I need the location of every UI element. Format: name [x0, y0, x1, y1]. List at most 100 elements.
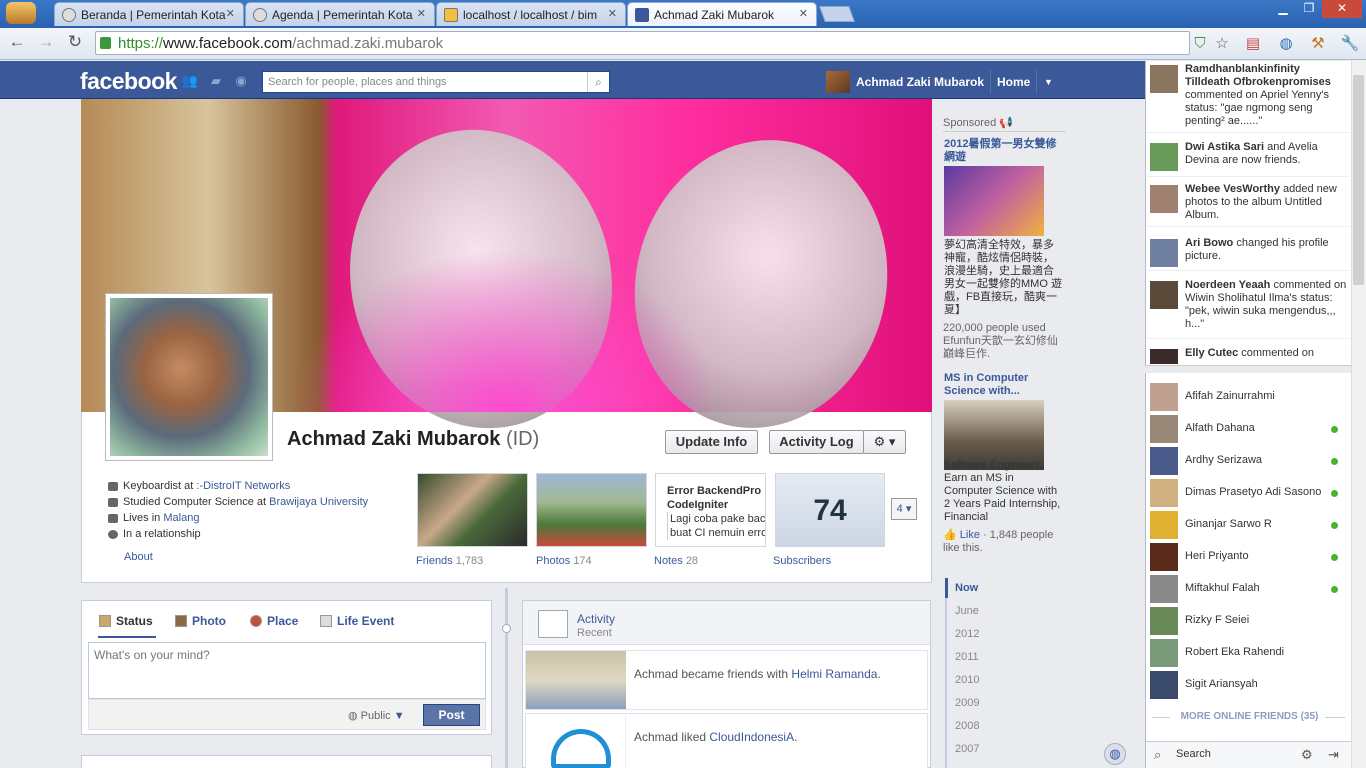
ticker-item[interactable]: Ramdhanblankinfinity Tilldeath Ofbrokenp…: [1147, 63, 1350, 133]
chat-friend[interactable]: Ginanjar Sarwo R: [1147, 509, 1350, 541]
ad-image[interactable]: [944, 166, 1044, 236]
reload-icon[interactable]: ↻: [64, 31, 86, 53]
notes-tile[interactable]: Error BackendPro CodeIgniter Lagi coba p…: [655, 473, 766, 547]
chat-friend[interactable]: Dimas Prasetyo Adi Sasono: [1147, 477, 1350, 509]
more-online-friends-link[interactable]: MORE ONLINE FRIENDS (35): [1152, 711, 1347, 722]
year-2008[interactable]: 2008: [955, 720, 979, 732]
activity-item[interactable]: Achmad liked CloudIndonesiA.: [525, 713, 928, 768]
close-icon[interactable]: ✕: [608, 7, 617, 20]
messages-icon[interactable]: ▰: [207, 73, 225, 89]
info-education: Studied Computer Science at Brawijaya Un…: [108, 496, 368, 508]
tab-facebook[interactable]: Achmad Zaki Mubarok ✕: [627, 2, 817, 26]
post-button[interactable]: Post: [423, 704, 480, 726]
city-link[interactable]: Malang: [163, 512, 199, 524]
ticker-item[interactable]: Ari Bowo changed his profile picture.: [1147, 237, 1350, 271]
year-2010[interactable]: 2010: [955, 674, 979, 686]
year-2012[interactable]: 2012: [955, 628, 979, 640]
year-now[interactable]: Now: [955, 582, 978, 594]
globe-icon[interactable]: ◍: [1104, 743, 1126, 765]
more-tiles-button[interactable]: 4 ▾: [891, 498, 917, 520]
chat-friend[interactable]: Alfath Dahana: [1147, 413, 1350, 445]
settings-gear-icon[interactable]: ⚙ ▾: [863, 430, 906, 454]
pop-out-icon[interactable]: ⇥: [1328, 747, 1339, 763]
online-indicator: [1331, 490, 1338, 497]
activity-title[interactable]: Activity: [577, 612, 615, 626]
tools-icon[interactable]: ⚒: [1308, 34, 1328, 54]
url-host: www.facebook.com: [163, 35, 293, 52]
ticker-resize-handle[interactable]: [1145, 365, 1351, 373]
notes-label[interactable]: Notes 28: [654, 555, 698, 567]
ticker-item[interactable]: Elly Cutec commented on: [1147, 347, 1350, 364]
subscribers-label[interactable]: Subscribers: [773, 555, 831, 567]
year-2007[interactable]: 2007: [955, 743, 979, 755]
facebook-logo[interactable]: facebook: [80, 68, 177, 95]
friend-link[interactable]: Helmi Ramanda: [791, 667, 877, 681]
year-2009[interactable]: 2009: [955, 697, 979, 709]
chat-friend[interactable]: Ardhy Serizawa: [1147, 445, 1350, 477]
photos-tile[interactable]: [536, 473, 647, 547]
tab-place[interactable]: Place: [250, 614, 298, 628]
nav-home-link[interactable]: Home: [997, 75, 1030, 89]
about-link[interactable]: About: [124, 551, 153, 563]
friend-requests-icon[interactable]: 👥: [181, 73, 199, 89]
privacy-selector[interactable]: ◍ Public ▼: [348, 709, 405, 722]
close-icon[interactable]: ✕: [226, 7, 235, 20]
chat-friend[interactable]: Sigit Ariansyah: [1147, 669, 1350, 701]
back-icon[interactable]: ←: [6, 31, 28, 53]
ticker-item[interactable]: Noerdeen Yeaah commented on Wiwin Sholih…: [1147, 279, 1350, 339]
friends-tile[interactable]: [417, 473, 528, 547]
maximize-button[interactable]: ❐: [1296, 0, 1322, 18]
nav-profile-link[interactable]: Achmad Zaki Mubarok: [856, 75, 984, 89]
bookmark-icon[interactable]: ▤: [1243, 34, 1263, 54]
chat-friend[interactable]: Heri Priyanto: [1147, 541, 1350, 573]
gear-icon[interactable]: ⚙: [1301, 747, 1313, 763]
photos-label[interactable]: Photos 174: [536, 555, 592, 567]
school-link[interactable]: Brawijaya University: [269, 496, 368, 508]
ticker-item[interactable]: Webee VesWorthy added new photos to the …: [1147, 183, 1350, 227]
search-icon[interactable]: ⌕: [587, 72, 609, 92]
ad-title[interactable]: MS in Computer Science with...: [944, 372, 1064, 398]
ticker-item[interactable]: Dwi Astika Sari and Avelia Devina are no…: [1147, 141, 1350, 177]
fb-search-input[interactable]: Search for people, places and things ⌕: [262, 71, 610, 93]
like-link[interactable]: Like: [960, 529, 980, 541]
globe-icon[interactable]: ◍: [1276, 34, 1296, 54]
star-icon[interactable]: ☆: [1212, 34, 1232, 54]
activity-log-button[interactable]: Activity Log: [769, 430, 864, 454]
browser-menu-icon[interactable]: [6, 2, 36, 24]
tab-beranda[interactable]: Beranda | Pemerintah Kota ✕: [54, 2, 244, 26]
friends-label[interactable]: Friends 1,783: [416, 555, 483, 567]
year-june[interactable]: June: [955, 605, 979, 617]
profile-picture[interactable]: [105, 293, 273, 461]
close-icon[interactable]: ✕: [799, 7, 808, 20]
account-menu-chevron-icon[interactable]: ▼: [1044, 77, 1053, 87]
tab-status[interactable]: Status: [99, 614, 153, 628]
chat-friend[interactable]: Afifah Zainurrahmi: [1147, 381, 1350, 413]
shield-icon[interactable]: ⛉: [1190, 34, 1210, 54]
tab-life-event[interactable]: Life Event: [320, 614, 394, 628]
new-tab-button[interactable]: [819, 6, 855, 22]
chat-search-bar[interactable]: ⌕ Search ⚙ ⇥: [1146, 741, 1351, 768]
nav-avatar[interactable]: [826, 71, 850, 93]
close-window-button[interactable]: ✕: [1322, 0, 1362, 18]
scrollbar-thumb[interactable]: [1353, 75, 1364, 285]
chat-friend[interactable]: Rizky F Seiei: [1147, 605, 1350, 637]
update-info-button[interactable]: Update Info: [665, 430, 758, 454]
activity-item[interactable]: Achmad became friends with Helmi Ramanda…: [525, 650, 928, 710]
tab-phpmyadmin[interactable]: localhost / localhost / bim ✕: [436, 2, 626, 26]
close-icon[interactable]: ✕: [417, 7, 426, 20]
status-input[interactable]: What's on your mind?: [88, 642, 486, 699]
address-bar[interactable]: https://www.facebook.com/achmad.zaki.mub…: [95, 31, 1190, 55]
year-2011[interactable]: 2011: [955, 651, 979, 663]
chat-friend[interactable]: Robert Eka Rahendi: [1147, 637, 1350, 669]
forward-icon[interactable]: →: [35, 31, 57, 53]
chat-friend[interactable]: Miftakhul Falah: [1147, 573, 1350, 605]
tab-photo[interactable]: Photo: [175, 614, 226, 628]
notifications-icon[interactable]: ◉: [232, 73, 250, 89]
page-link[interactable]: CloudIndonesiA: [709, 730, 794, 744]
minimize-button[interactable]: ▁: [1270, 0, 1296, 18]
tab-agenda[interactable]: Agenda | Pemerintah Kota ✕: [245, 2, 435, 26]
work-link[interactable]: :-DistroIT Networks: [196, 480, 290, 492]
wrench-icon[interactable]: 🔧: [1340, 34, 1360, 54]
subscribers-tile[interactable]: 74: [775, 473, 885, 547]
ad-title[interactable]: 2012暑假第一男女雙修網遊: [944, 138, 1064, 164]
